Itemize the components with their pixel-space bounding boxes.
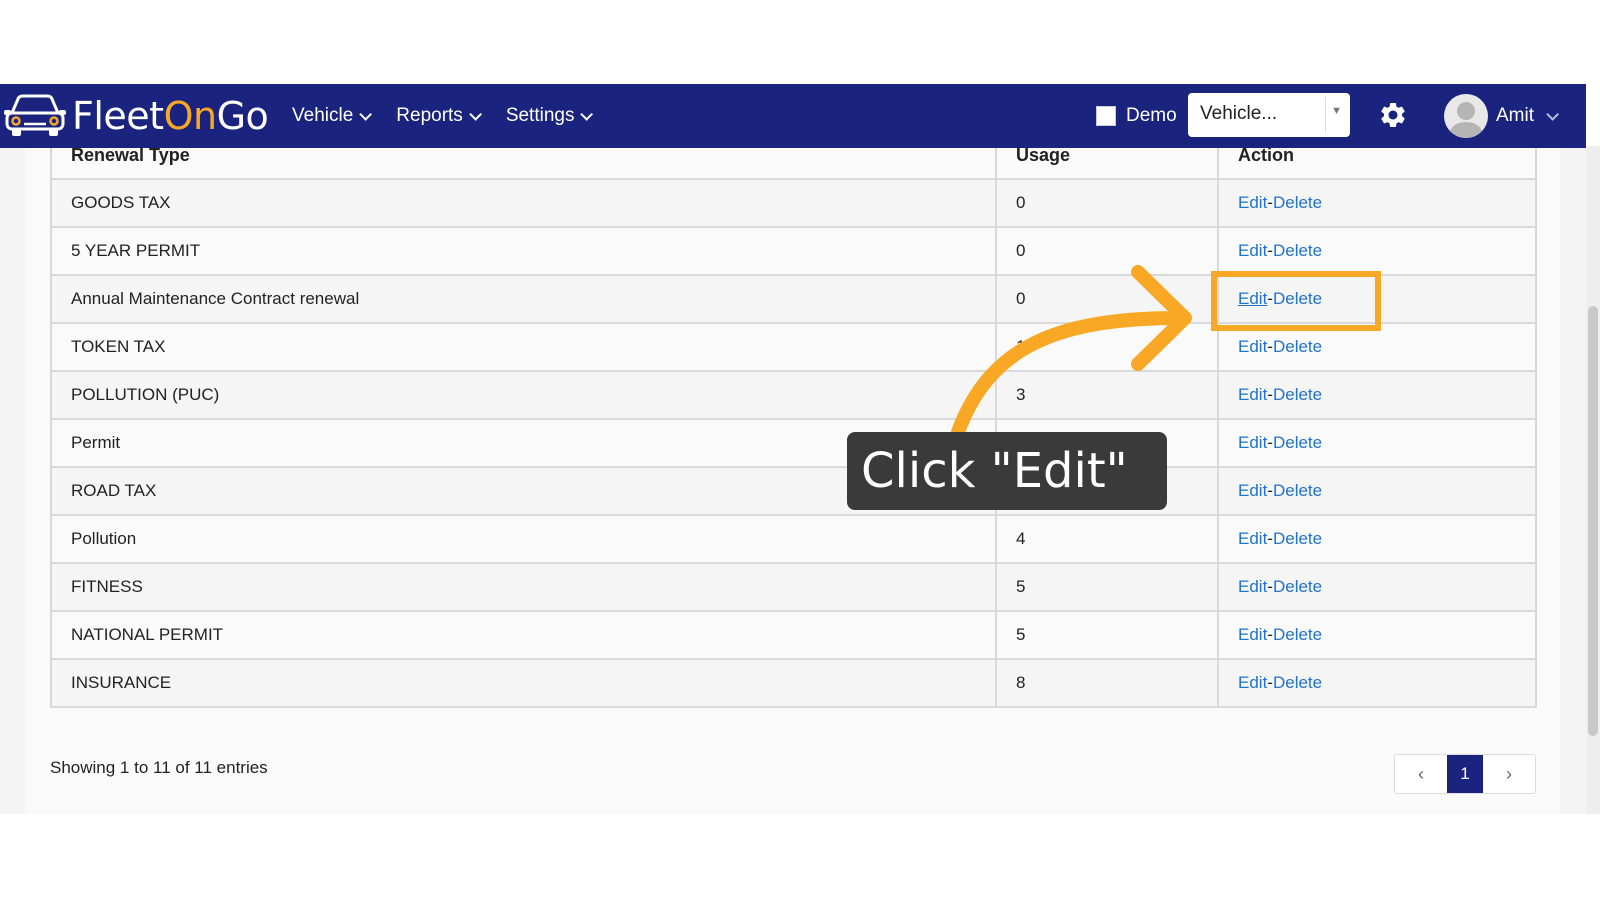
action-cell: Edit-Delete [1217, 418, 1537, 468]
action-cell: Edit-Delete [1217, 610, 1537, 660]
select-divider [1325, 97, 1326, 133]
action-cell: Edit-Delete [1217, 178, 1537, 228]
edit-link[interactable]: Edit [1238, 385, 1267, 404]
table-body: GOODS TAX 0 Edit-Delete 5 YEAR PERMIT 0 Edit-… [50, 178, 1537, 708]
caret-down-icon[interactable]: ▼ [1331, 105, 1342, 117]
edit-link[interactable]: Edit [1238, 337, 1267, 356]
delete-link[interactable]: Delete [1273, 673, 1322, 692]
usage-cell: 3 [995, 370, 1219, 420]
page-1-button[interactable]: 1 [1447, 755, 1483, 793]
vertical-scrollbar[interactable] [1586, 146, 1600, 814]
delete-link[interactable]: Delete [1273, 625, 1322, 644]
table-info: Showing 1 to 11 of 11 entries [50, 758, 268, 777]
demo-label: Demo [1126, 105, 1177, 126]
demo-checkbox[interactable] [1096, 106, 1116, 126]
logo-text-on: On [163, 94, 218, 138]
chevron-down-icon [1546, 107, 1559, 121]
usage-cell: 0 [995, 178, 1219, 228]
action-cell: Edit-Delete [1217, 370, 1537, 420]
pagination: ‹ 1 › [1394, 754, 1536, 794]
renewal-types-table: Renewal Type Usage Action GOODS TAX 0 Edit… [50, 130, 1537, 708]
usage-cell: 5 [995, 562, 1219, 612]
scrollbar-thumb[interactable] [1588, 306, 1598, 736]
table-row: FITNESS 5 Edit-Delete [50, 562, 1537, 612]
action-cell: Edit-Delete [1217, 658, 1537, 708]
delete-link[interactable]: Delete [1273, 481, 1322, 500]
menu-vehicle[interactable]: Vehicle [292, 105, 373, 127]
action-cell: Edit-Delete [1217, 226, 1537, 276]
instruction-callout: Click "Edit" [847, 432, 1167, 510]
logo-wordmark: FleetOnGo [72, 92, 269, 140]
renewal-type-cell: FITNESS [50, 562, 997, 612]
table-row: ROAD TAX4Edit-Delete [50, 466, 1537, 516]
table-row: POLLUTION (PUC) 3 Edit-Delete [50, 370, 1537, 420]
renewal-type-cell: INSURANCE [50, 658, 997, 708]
logo-text-fleet: Fleet [72, 94, 164, 138]
usage-cell: 8 [995, 658, 1219, 708]
renewal-types-table-container: Renewal Type Usage Action GOODS TAX 0 Edit… [50, 130, 1537, 708]
table-row: GOODS TAX 0 Edit-Delete [50, 178, 1537, 228]
delete-link[interactable]: Delete [1273, 241, 1322, 260]
gear-icon[interactable] [1378, 100, 1408, 130]
chevron-left-icon[interactable]: ‹ [1395, 755, 1447, 793]
action-cell: Edit-Delete [1217, 514, 1537, 564]
usage-cell: 0 [995, 226, 1219, 276]
edit-link[interactable]: Edit [1238, 625, 1267, 644]
edit-link[interactable]: Edit [1238, 673, 1267, 692]
chevron-down-icon [469, 107, 482, 121]
user-name: Amit [1496, 105, 1534, 126]
delete-link[interactable]: Delete [1273, 193, 1322, 212]
table-row: 5 YEAR PERMIT 0 Edit-Delete [50, 226, 1537, 276]
renewal-type-cell: TOKEN TAX [50, 322, 997, 372]
menu-settings-label: Settings [505, 105, 575, 126]
renewal-type-cell: Annual Maintenance Contract renewal [50, 274, 997, 324]
avatar-icon [1444, 94, 1488, 138]
delete-link[interactable]: Delete [1273, 577, 1322, 596]
chevron-down-icon [359, 107, 373, 121]
app-logo[interactable]: FleetOnGo [4, 92, 269, 140]
menu-reports[interactable]: Reports [396, 105, 482, 127]
delete-link[interactable]: Delete [1273, 385, 1322, 404]
usage-cell: 5 [995, 610, 1219, 660]
delete-link[interactable]: Delete [1273, 529, 1322, 548]
action-cell: Edit-Delete [1217, 466, 1537, 516]
edit-link[interactable]: Edit [1238, 577, 1267, 596]
edit-link[interactable]: Edit [1238, 193, 1267, 212]
action-cell: Edit-Delete [1217, 562, 1537, 612]
renewal-type-cell: 5 YEAR PERMIT [50, 226, 997, 276]
menu-settings[interactable]: Settings [505, 105, 594, 127]
top-navbar: FleetOnGo Vehicle Reports Settings Demo … [0, 84, 1586, 148]
demo-toggle[interactable]: Demo [1096, 84, 1177, 148]
usage-cell: 1 [995, 322, 1219, 372]
menu-vehicle-label: Vehicle [292, 105, 354, 126]
vehicle-select-value: Vehicle... [1200, 103, 1278, 124]
user-menu[interactable]: Amit [1444, 94, 1559, 138]
table-row: Pollution 4 Edit-Delete [50, 514, 1537, 564]
renewal-type-cell: NATIONAL PERMIT [50, 610, 997, 660]
logo-text-go: Go [216, 94, 269, 138]
chevron-right-icon[interactable]: › [1483, 755, 1535, 793]
highlight-box [1211, 271, 1381, 331]
vehicle-select[interactable]: Vehicle... ▼ [1188, 93, 1350, 137]
table-row: INSURANCE 8 Edit-Delete [50, 658, 1537, 708]
usage-cell: 0 [995, 274, 1219, 324]
renewal-type-cell: GOODS TAX [50, 178, 997, 228]
delete-link[interactable]: Delete [1273, 337, 1322, 356]
menu-reports-label: Reports [396, 105, 463, 126]
renewal-type-cell: Pollution [50, 514, 997, 564]
delete-link[interactable]: Delete [1273, 433, 1322, 452]
table-row: NATIONAL PERMIT 5 Edit-Delete [50, 610, 1537, 660]
usage-cell: 4 [995, 514, 1219, 564]
edit-link[interactable]: Edit [1238, 481, 1267, 500]
main-menu: Vehicle Reports Settings [292, 84, 617, 148]
table-row: Permit3Edit-Delete [50, 418, 1537, 468]
car-icon [4, 94, 66, 136]
edit-link[interactable]: Edit [1238, 529, 1267, 548]
renewal-type-cell: POLLUTION (PUC) [50, 370, 997, 420]
chevron-down-icon [580, 107, 594, 121]
edit-link[interactable]: Edit [1238, 433, 1267, 452]
edit-link[interactable]: Edit [1238, 241, 1267, 260]
